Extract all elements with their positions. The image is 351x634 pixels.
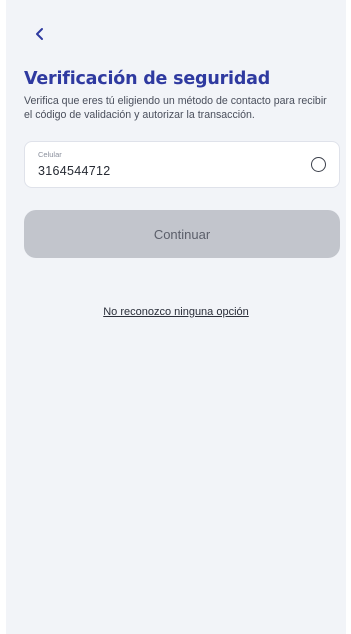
contact-option-radio[interactable] (311, 157, 326, 172)
link-container: No reconozco ninguna opción (6, 306, 346, 318)
unknown-option-link[interactable]: No reconozco ninguna opción (103, 306, 249, 318)
page-subtitle: Verifica que eres tú eligiendo un método… (24, 95, 327, 121)
contact-option-label: Celular (38, 150, 62, 159)
back-button[interactable] (28, 22, 52, 46)
chevron-left-icon (36, 28, 43, 40)
contact-option-phone[interactable]: Celular 3164544712 (24, 141, 340, 188)
verification-screen: Verificación de seguridad Verifica que e… (6, 0, 346, 634)
contact-option-value: 3164544712 (38, 164, 111, 178)
continue-button[interactable]: Continuar (24, 210, 340, 258)
page-title: Verificación de seguridad (24, 69, 271, 89)
